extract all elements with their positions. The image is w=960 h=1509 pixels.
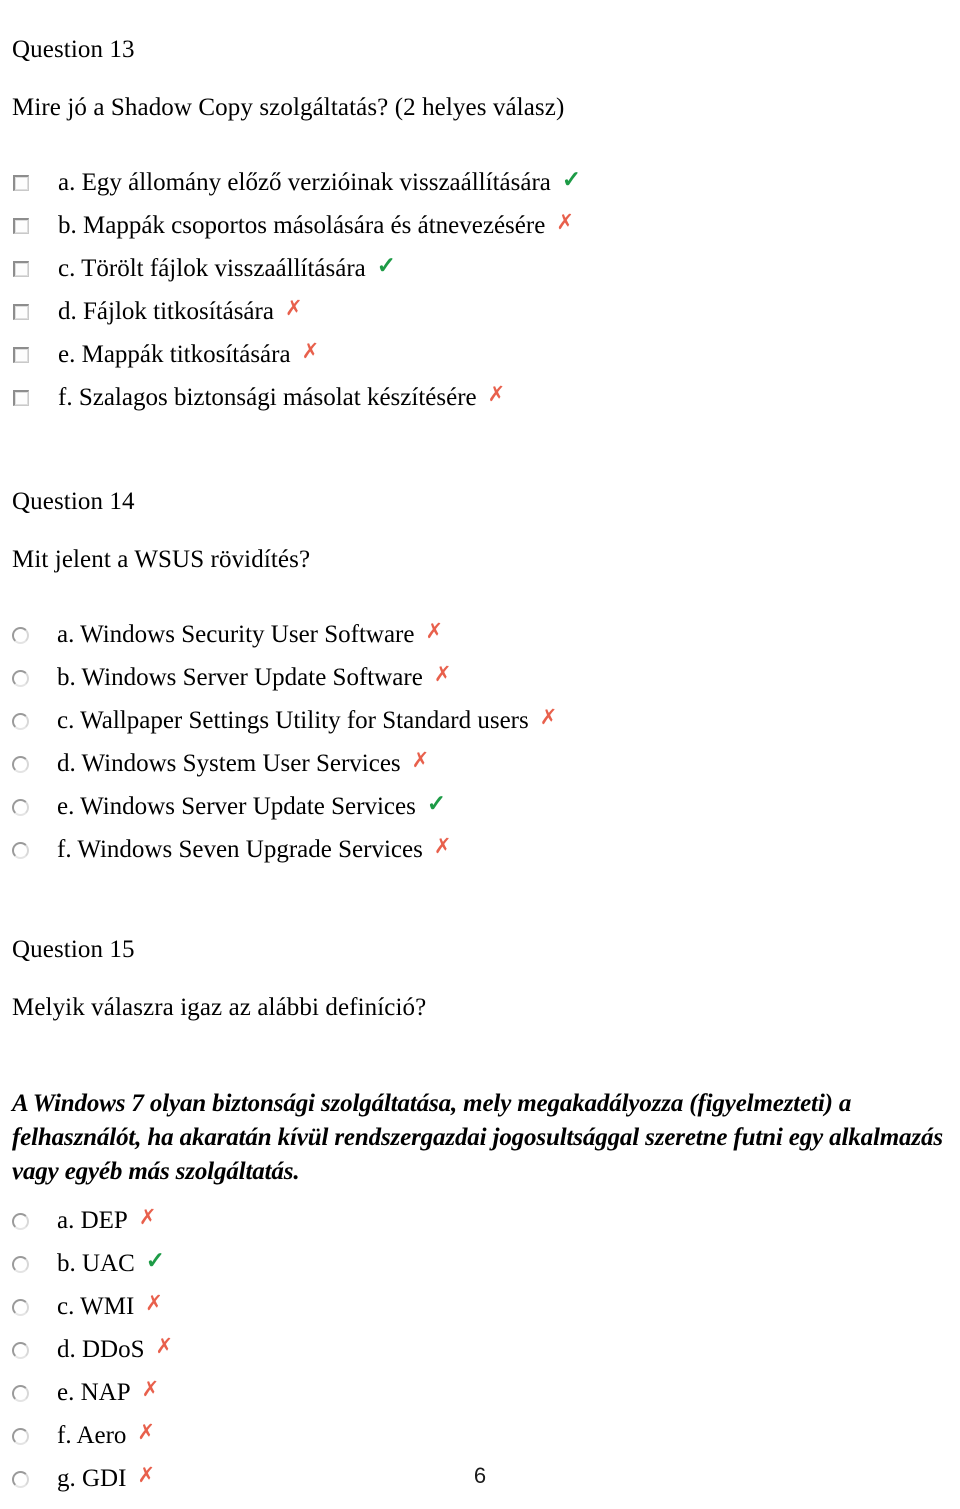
- wrong-cross-icon: ✗: [539, 706, 558, 729]
- option-label: e. Windows Server Update Services: [57, 793, 416, 820]
- option-label: c. WMI: [57, 1293, 135, 1320]
- question-block-15-answers: a. DEP ✗ b. UAC ✓ c. WMI ✗ d. DDoS ✗ e.: [0, 1207, 960, 1493]
- option-row[interactable]: f. Aero ✗: [12, 1422, 948, 1450]
- radio-button-icon[interactable]: [12, 712, 29, 730]
- option-row[interactable]: b. UAC ✓: [12, 1248, 948, 1278]
- option-label: c. Wallpaper Settings Utility for Standa…: [57, 707, 529, 734]
- wrong-cross-icon: ✗: [411, 749, 430, 772]
- question-heading-14: Question 14 Mit jelent a WSUS rövidítés?: [12, 458, 948, 603]
- question-block-15: Question 15 Melyik válaszra igaz az aláb…: [0, 906, 960, 1051]
- option-row[interactable]: e. NAP ✗: [12, 1379, 948, 1407]
- wrong-cross-icon: ✗: [433, 835, 452, 858]
- radio-button-icon[interactable]: [12, 626, 29, 644]
- wrong-cross-icon: ✗: [155, 1335, 174, 1358]
- question-block-13: Question 13 Mire jó a Shadow Copy szolgá…: [0, 6, 960, 412]
- correct-check-icon: ✓: [376, 253, 397, 278]
- question-heading-15: Question 15 Melyik válaszra igaz az aláb…: [12, 906, 948, 1051]
- option-row[interactable]: d. Fájlok titkosítására ✗: [12, 298, 948, 326]
- page-number: 6: [473, 1463, 487, 1488]
- option-label: a. Egy állomány előző verzióinak visszaá…: [58, 169, 551, 196]
- wrong-cross-icon: ✗: [487, 383, 506, 406]
- option-row[interactable]: e. Windows Server Update Services ✓: [12, 791, 948, 821]
- wrong-cross-icon: ✗: [145, 1292, 163, 1315]
- wrong-cross-icon: ✗: [425, 620, 444, 643]
- option-row[interactable]: a. DEP ✗: [12, 1207, 948, 1235]
- option-list-15: a. DEP ✗ b. UAC ✓ c. WMI ✗ d. DDoS ✗ e.: [12, 1207, 948, 1493]
- question-number-14: Question 14: [12, 488, 135, 515]
- question-text-15: Melyik válaszra igaz az alábbi definíció…: [12, 994, 427, 1021]
- wrong-cross-icon: ✗: [138, 1206, 157, 1229]
- option-label: d. DDoS: [57, 1336, 145, 1363]
- option-row[interactable]: c. WMI ✗: [12, 1293, 948, 1321]
- wrong-cross-icon: ✗: [433, 663, 452, 686]
- option-row[interactable]: b. Windows Server Update Software ✗: [12, 664, 948, 692]
- option-row[interactable]: e. Mappák titkosítására ✗: [12, 341, 948, 369]
- question-text-13: Mire jó a Shadow Copy szolgáltatás? (2 h…: [12, 94, 565, 121]
- option-label: b. Windows Server Update Software: [57, 664, 423, 691]
- radio-button-icon[interactable]: [12, 1341, 29, 1359]
- checkbox-icon[interactable]: [13, 304, 29, 320]
- option-label: a. Windows Security User Software: [57, 621, 415, 648]
- option-row[interactable]: d. DDoS ✗: [12, 1336, 948, 1364]
- option-label: b. Mappák csoportos másolására és átneve…: [58, 212, 546, 239]
- option-row[interactable]: a. Windows Security User Software ✗: [12, 621, 948, 649]
- question-number-15: Question 15: [12, 936, 135, 963]
- question-text-14: Mit jelent a WSUS rövidítés?: [12, 546, 311, 573]
- option-label: e. Mappák titkosítására: [58, 341, 291, 368]
- question-block-14: Question 14 Mit jelent a WSUS rövidítés?…: [0, 458, 960, 864]
- option-label: e. NAP: [57, 1379, 131, 1406]
- checkbox-icon[interactable]: [13, 175, 29, 191]
- question-number-13: Question 13: [12, 36, 135, 63]
- option-label: f. Aero: [57, 1422, 127, 1449]
- option-label: d. Fájlok titkosítására: [58, 298, 274, 325]
- option-label: a. DEP: [57, 1207, 128, 1234]
- wrong-cross-icon: ✗: [137, 1421, 156, 1444]
- radio-button-icon[interactable]: [12, 755, 29, 773]
- document-page: Question 13 Mire jó a Shadow Copy szolgá…: [0, 0, 960, 1509]
- page-footer: 6: [0, 1463, 960, 1489]
- correct-check-icon: ✓: [561, 167, 582, 192]
- correct-check-icon: ✓: [145, 1248, 166, 1273]
- radio-button-icon[interactable]: [12, 1212, 29, 1230]
- radio-button-icon[interactable]: [12, 1384, 29, 1402]
- radio-button-icon[interactable]: [12, 1427, 29, 1445]
- radio-button-icon[interactable]: [12, 798, 29, 816]
- option-label: f. Windows Seven Upgrade Services: [57, 836, 423, 863]
- checkbox-icon[interactable]: [13, 347, 29, 363]
- option-label: d. Windows System User Services: [57, 750, 401, 777]
- option-label: c. Törölt fájlok visszaállítására: [58, 255, 366, 282]
- checkbox-icon[interactable]: [13, 218, 29, 234]
- option-row[interactable]: d. Windows System User Services ✗: [12, 750, 948, 778]
- option-row[interactable]: b. Mappák csoportos másolására és átneve…: [12, 212, 948, 240]
- radio-button-icon[interactable]: [12, 1255, 29, 1273]
- option-row[interactable]: f. Szalagos biztonsági másolat készítésé…: [12, 384, 948, 412]
- question-heading-13: Question 13 Mire jó a Shadow Copy szolgá…: [12, 6, 948, 151]
- checkbox-icon[interactable]: [13, 261, 29, 277]
- correct-check-icon: ✓: [426, 791, 447, 816]
- radio-button-icon[interactable]: [12, 669, 29, 687]
- wrong-cross-icon: ✗: [556, 211, 574, 234]
- wrong-cross-icon: ✗: [301, 340, 320, 363]
- checkbox-icon[interactable]: [13, 390, 29, 406]
- option-list-13: a. Egy állomány előző verzióinak visszaá…: [12, 167, 948, 412]
- option-row[interactable]: f. Windows Seven Upgrade Services ✗: [12, 836, 948, 864]
- definition-paragraph: A Windows 7 olyan biztonsági szolgáltatá…: [12, 1090, 943, 1185]
- option-label: b. UAC: [57, 1250, 135, 1277]
- option-row[interactable]: c. Törölt fájlok visszaállítására ✓: [12, 253, 948, 283]
- wrong-cross-icon: ✗: [284, 297, 303, 320]
- radio-button-icon[interactable]: [12, 841, 29, 859]
- wrong-cross-icon: ✗: [141, 1378, 160, 1401]
- option-row[interactable]: a. Egy állomány előző verzióinak visszaá…: [12, 167, 948, 197]
- radio-button-icon[interactable]: [12, 1298, 29, 1316]
- option-label: f. Szalagos biztonsági másolat készítésé…: [58, 384, 477, 411]
- option-row[interactable]: c. Wallpaper Settings Utility for Standa…: [12, 707, 948, 735]
- option-list-14: a. Windows Security User Software ✗ b. W…: [12, 621, 948, 864]
